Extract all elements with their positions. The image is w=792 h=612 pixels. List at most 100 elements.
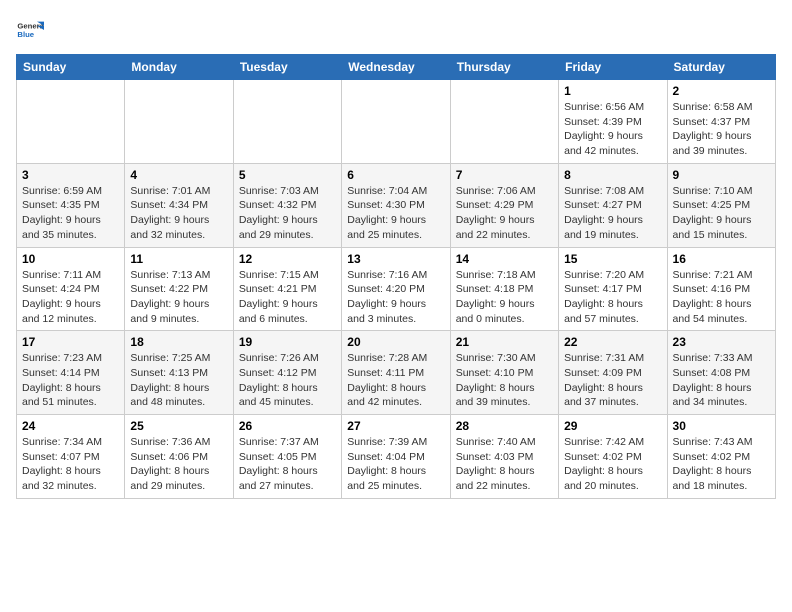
day-number: 26: [239, 419, 336, 433]
calendar-cell: 1 Sunrise: 6:56 AMSunset: 4:39 PMDaylight…: [559, 80, 667, 164]
calendar-cell: 13 Sunrise: 7:16 AMSunset: 4:20 PMDayligh…: [342, 247, 450, 331]
day-number: 12: [239, 252, 336, 266]
calendar-cell: 17 Sunrise: 7:23 AMSunset: 4:14 PMDayligh…: [17, 331, 125, 415]
day-info: Sunrise: 7:03 AMSunset: 4:32 PMDaylight:…: [239, 184, 336, 243]
day-info: Sunrise: 7:23 AMSunset: 4:14 PMDaylight:…: [22, 351, 119, 410]
col-header-tuesday: Tuesday: [233, 55, 341, 80]
calendar-table: SundayMondayTuesdayWednesdayThursdayFrid…: [16, 54, 776, 499]
calendar-cell: 21Sunrise: 7:30 AMSunset: 4:10 PMDayligh…: [450, 331, 558, 415]
day-number: 15: [564, 252, 661, 266]
day-info: Sunrise: 7:43 AMSunset: 4:02 PMDaylight:…: [673, 435, 770, 494]
day-number: 22: [564, 335, 661, 349]
day-number: 9: [673, 168, 770, 182]
calendar-cell: 28 Sunrise: 7:40 AMSunset: 4:03 PMDayligh…: [450, 415, 558, 499]
day-number: 7: [456, 168, 553, 182]
day-info: Sunrise: 7:21 AMSunset: 4:16 PMDaylight:…: [673, 268, 770, 327]
day-info: Sunrise: 7:25 AMSunset: 4:13 PMDaylight:…: [130, 351, 227, 410]
calendar-week-row: 3 Sunrise: 6:59 AMSunset: 4:35 PMDaylight…: [17, 163, 776, 247]
day-info: Sunrise: 7:20 AMSunset: 4:17 PMDaylight:…: [564, 268, 661, 327]
day-number: 13: [347, 252, 444, 266]
calendar-week-row: 17 Sunrise: 7:23 AMSunset: 4:14 PMDayligh…: [17, 331, 776, 415]
day-info: Sunrise: 6:58 AMSunset: 4:37 PMDaylight:…: [673, 100, 770, 159]
day-info: Sunrise: 7:39 AMSunset: 4:04 PMDaylight:…: [347, 435, 444, 494]
calendar-cell: 8 Sunrise: 7:08 AMSunset: 4:27 PMDaylight…: [559, 163, 667, 247]
calendar-cell: 12 Sunrise: 7:15 AMSunset: 4:21 PMDayligh…: [233, 247, 341, 331]
day-number: 19: [239, 335, 336, 349]
calendar-cell: 24 Sunrise: 7:34 AMSunset: 4:07 PMDayligh…: [17, 415, 125, 499]
logo-icon: General Blue: [16, 16, 44, 44]
logo: General Blue: [16, 16, 48, 44]
day-info: Sunrise: 7:31 AMSunset: 4:09 PMDaylight:…: [564, 351, 661, 410]
day-number: 21: [456, 335, 553, 349]
calendar-week-row: 10 Sunrise: 7:11 AMSunset: 4:24 PMDayligh…: [17, 247, 776, 331]
day-number: 30: [673, 419, 770, 433]
calendar-week-row: 24 Sunrise: 7:34 AMSunset: 4:07 PMDayligh…: [17, 415, 776, 499]
calendar-cell: 20 Sunrise: 7:28 AMSunset: 4:11 PMDayligh…: [342, 331, 450, 415]
calendar-cell: [450, 80, 558, 164]
day-number: 29: [564, 419, 661, 433]
day-info: Sunrise: 7:10 AMSunset: 4:25 PMDaylight:…: [673, 184, 770, 243]
day-number: 23: [673, 335, 770, 349]
day-info: Sunrise: 7:36 AMSunset: 4:06 PMDaylight:…: [130, 435, 227, 494]
day-info: Sunrise: 7:18 AMSunset: 4:18 PMDaylight:…: [456, 268, 553, 327]
calendar-cell: 3 Sunrise: 6:59 AMSunset: 4:35 PMDaylight…: [17, 163, 125, 247]
day-number: 3: [22, 168, 119, 182]
day-info: Sunrise: 7:42 AMSunset: 4:02 PMDaylight:…: [564, 435, 661, 494]
day-number: 17: [22, 335, 119, 349]
calendar-cell: 26 Sunrise: 7:37 AMSunset: 4:05 PMDayligh…: [233, 415, 341, 499]
calendar-cell: 2 Sunrise: 6:58 AMSunset: 4:37 PMDaylight…: [667, 80, 775, 164]
svg-text:Blue: Blue: [17, 30, 34, 39]
day-info: Sunrise: 7:16 AMSunset: 4:20 PMDaylight:…: [347, 268, 444, 327]
day-number: 8: [564, 168, 661, 182]
day-info: Sunrise: 7:11 AMSunset: 4:24 PMDaylight:…: [22, 268, 119, 327]
day-number: 28: [456, 419, 553, 433]
day-number: 6: [347, 168, 444, 182]
col-header-saturday: Saturday: [667, 55, 775, 80]
calendar-cell: [233, 80, 341, 164]
calendar-cell: 25 Sunrise: 7:36 AMSunset: 4:06 PMDayligh…: [125, 415, 233, 499]
calendar-cell: 11 Sunrise: 7:13 AMSunset: 4:22 PMDayligh…: [125, 247, 233, 331]
day-info: Sunrise: 7:34 AMSunset: 4:07 PMDaylight:…: [22, 435, 119, 494]
day-number: 11: [130, 252, 227, 266]
calendar-cell: 19Sunrise: 7:26 AMSunset: 4:12 PMDayligh…: [233, 331, 341, 415]
day-info: Sunrise: 6:56 AMSunset: 4:39 PMDaylight:…: [564, 100, 661, 159]
calendar-cell: 7 Sunrise: 7:06 AMSunset: 4:29 PMDaylight…: [450, 163, 558, 247]
day-number: 10: [22, 252, 119, 266]
day-info: Sunrise: 7:04 AMSunset: 4:30 PMDaylight:…: [347, 184, 444, 243]
col-header-sunday: Sunday: [17, 55, 125, 80]
calendar-cell: 9 Sunrise: 7:10 AMSunset: 4:25 PMDaylight…: [667, 163, 775, 247]
day-info: Sunrise: 7:37 AMSunset: 4:05 PMDaylight:…: [239, 435, 336, 494]
day-number: 2: [673, 84, 770, 98]
calendar-cell: 15 Sunrise: 7:20 AMSunset: 4:17 PMDayligh…: [559, 247, 667, 331]
day-info: Sunrise: 6:59 AMSunset: 4:35 PMDaylight:…: [22, 184, 119, 243]
col-header-monday: Monday: [125, 55, 233, 80]
day-info: Sunrise: 7:40 AMSunset: 4:03 PMDaylight:…: [456, 435, 553, 494]
calendar-week-row: 1 Sunrise: 6:56 AMSunset: 4:39 PMDaylight…: [17, 80, 776, 164]
day-number: 5: [239, 168, 336, 182]
day-info: Sunrise: 7:15 AMSunset: 4:21 PMDaylight:…: [239, 268, 336, 327]
calendar-cell: [342, 80, 450, 164]
calendar-cell: 23Sunrise: 7:33 AMSunset: 4:08 PMDayligh…: [667, 331, 775, 415]
calendar-cell: 5 Sunrise: 7:03 AMSunset: 4:32 PMDaylight…: [233, 163, 341, 247]
day-number: 14: [456, 252, 553, 266]
day-number: 20: [347, 335, 444, 349]
day-info: Sunrise: 7:01 AMSunset: 4:34 PMDaylight:…: [130, 184, 227, 243]
calendar-header-row: SundayMondayTuesdayWednesdayThursdayFrid…: [17, 55, 776, 80]
col-header-wednesday: Wednesday: [342, 55, 450, 80]
day-number: 1: [564, 84, 661, 98]
col-header-friday: Friday: [559, 55, 667, 80]
calendar-cell: [125, 80, 233, 164]
day-number: 25: [130, 419, 227, 433]
calendar-cell: 4Sunrise: 7:01 AMSunset: 4:34 PMDaylight…: [125, 163, 233, 247]
calendar-cell: 27 Sunrise: 7:39 AMSunset: 4:04 PMDayligh…: [342, 415, 450, 499]
calendar-cell: 14 Sunrise: 7:18 AMSunset: 4:18 PMDayligh…: [450, 247, 558, 331]
day-info: Sunrise: 7:06 AMSunset: 4:29 PMDaylight:…: [456, 184, 553, 243]
day-number: 27: [347, 419, 444, 433]
day-number: 24: [22, 419, 119, 433]
calendar-cell: 29 Sunrise: 7:42 AMSunset: 4:02 PMDayligh…: [559, 415, 667, 499]
day-number: 16: [673, 252, 770, 266]
day-info: Sunrise: 7:13 AMSunset: 4:22 PMDaylight:…: [130, 268, 227, 327]
day-info: Sunrise: 7:28 AMSunset: 4:11 PMDaylight:…: [347, 351, 444, 410]
calendar-cell: 30 Sunrise: 7:43 AMSunset: 4:02 PMDayligh…: [667, 415, 775, 499]
day-info: Sunrise: 7:08 AMSunset: 4:27 PMDaylight:…: [564, 184, 661, 243]
